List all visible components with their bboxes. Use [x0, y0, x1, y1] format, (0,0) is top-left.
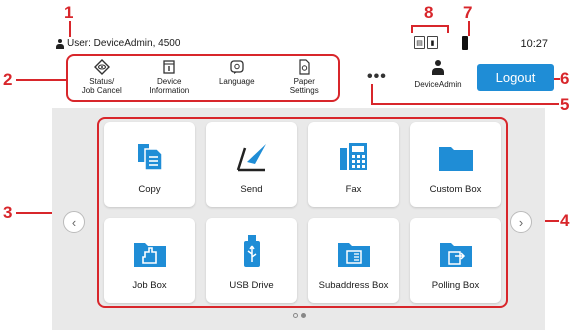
paper-settings-icon: [299, 59, 310, 75]
callout-6: 6: [560, 69, 570, 88]
callout-5: 5: [560, 95, 570, 114]
fax-icon: [339, 143, 367, 170]
chevron-left-icon: ‹: [71, 214, 77, 230]
device-information-label: Device Information: [149, 77, 190, 95]
user-account-icon: [432, 60, 444, 75]
callout-3: 3: [3, 203, 13, 222]
callout-7: 7: [463, 3, 473, 22]
tile-custom-box[interactable]: Custom Box: [410, 122, 501, 207]
callout-6-line: [554, 78, 560, 80]
tile-job-box-label: Job Box: [132, 280, 167, 291]
subaddress-box-icon: [337, 243, 370, 267]
tile-subaddress-box-label: Subaddress Box: [318, 280, 389, 291]
callout-5-line: [371, 103, 559, 105]
task-panel: Status/ Job Cancel Device Information La…: [66, 54, 340, 102]
copy-icon: [137, 144, 163, 171]
callout-1: 1: [64, 3, 74, 22]
chevron-right-icon: ›: [518, 214, 524, 230]
page-dot-1: [293, 313, 298, 318]
toner-icon: [462, 36, 468, 50]
tile-polling-box-label: Polling Box: [431, 280, 480, 291]
device-info-icon: [163, 60, 175, 74]
page-dot-2: [301, 313, 306, 318]
job-box-icon: [133, 243, 166, 267]
next-page-button[interactable]: ›: [510, 211, 532, 233]
callout-5-line-v: [371, 84, 373, 104]
user-account-button[interactable]: DeviceAdmin: [410, 60, 466, 89]
callout-8-bracket-right: [447, 25, 449, 33]
tile-fax-label: Fax: [345, 184, 362, 195]
clock: 10:27: [520, 38, 548, 50]
status-bar: User: DeviceAdmin, 4500 ▤ ▮ 10:27: [52, 34, 572, 54]
callout-8-bracket-left: [411, 25, 413, 33]
callout-2: 2: [3, 70, 13, 89]
user-account-name: DeviceAdmin: [414, 80, 462, 89]
tile-fax[interactable]: Fax: [308, 122, 399, 207]
sd-card-icon: ▮: [427, 36, 438, 49]
language-button[interactable]: Language: [203, 56, 271, 100]
login-user-info: User: DeviceAdmin, 4500: [56, 38, 180, 49]
user-icon: [56, 38, 64, 49]
tile-custom-box-label: Custom Box: [429, 184, 482, 195]
callout-4: 4: [560, 211, 570, 230]
device-information-button[interactable]: Device Information: [136, 56, 204, 100]
previous-page-button[interactable]: ‹: [63, 211, 85, 233]
more-options-button[interactable]: •••: [367, 68, 387, 86]
tile-subaddress-box[interactable]: Subaddress Box: [308, 218, 399, 303]
paper-settings-button[interactable]: Paper Settings: [271, 56, 339, 100]
callout-8: 8: [424, 3, 434, 22]
send-icon: [236, 144, 266, 172]
page-indicator: [293, 313, 306, 318]
status-job-cancel-label: Status/ Job Cancel: [81, 77, 122, 95]
language-label: Language: [218, 77, 255, 86]
callout-2-line: [16, 79, 66, 81]
tile-send[interactable]: Send: [206, 122, 297, 207]
status-eye-icon: [93, 59, 110, 75]
tile-usb-drive-label: USB Drive: [229, 280, 274, 291]
tile-copy[interactable]: Copy: [104, 122, 195, 207]
login-user-text: User: DeviceAdmin, 4500: [67, 38, 181, 49]
paper-settings-label: Paper Settings: [289, 77, 319, 95]
tile-copy-label: Copy: [138, 184, 161, 195]
device-status-icons[interactable]: ▤ ▮: [414, 36, 438, 49]
language-icon: [230, 60, 244, 74]
logout-button[interactable]: Logout: [477, 64, 554, 91]
folder-icon: [438, 147, 473, 171]
tile-job-box[interactable]: Job Box: [104, 218, 195, 303]
polling-box-icon: [439, 243, 472, 267]
status-job-cancel-button[interactable]: Status/ Job Cancel: [68, 56, 136, 100]
paper-jam-icon: ▤: [414, 36, 425, 49]
usb-icon: [243, 235, 260, 267]
tile-send-label: Send: [240, 184, 263, 195]
callout-8-bracket-top: [411, 25, 449, 27]
tile-polling-box[interactable]: Polling Box: [410, 218, 501, 303]
tile-usb-drive[interactable]: USB Drive: [206, 218, 297, 303]
